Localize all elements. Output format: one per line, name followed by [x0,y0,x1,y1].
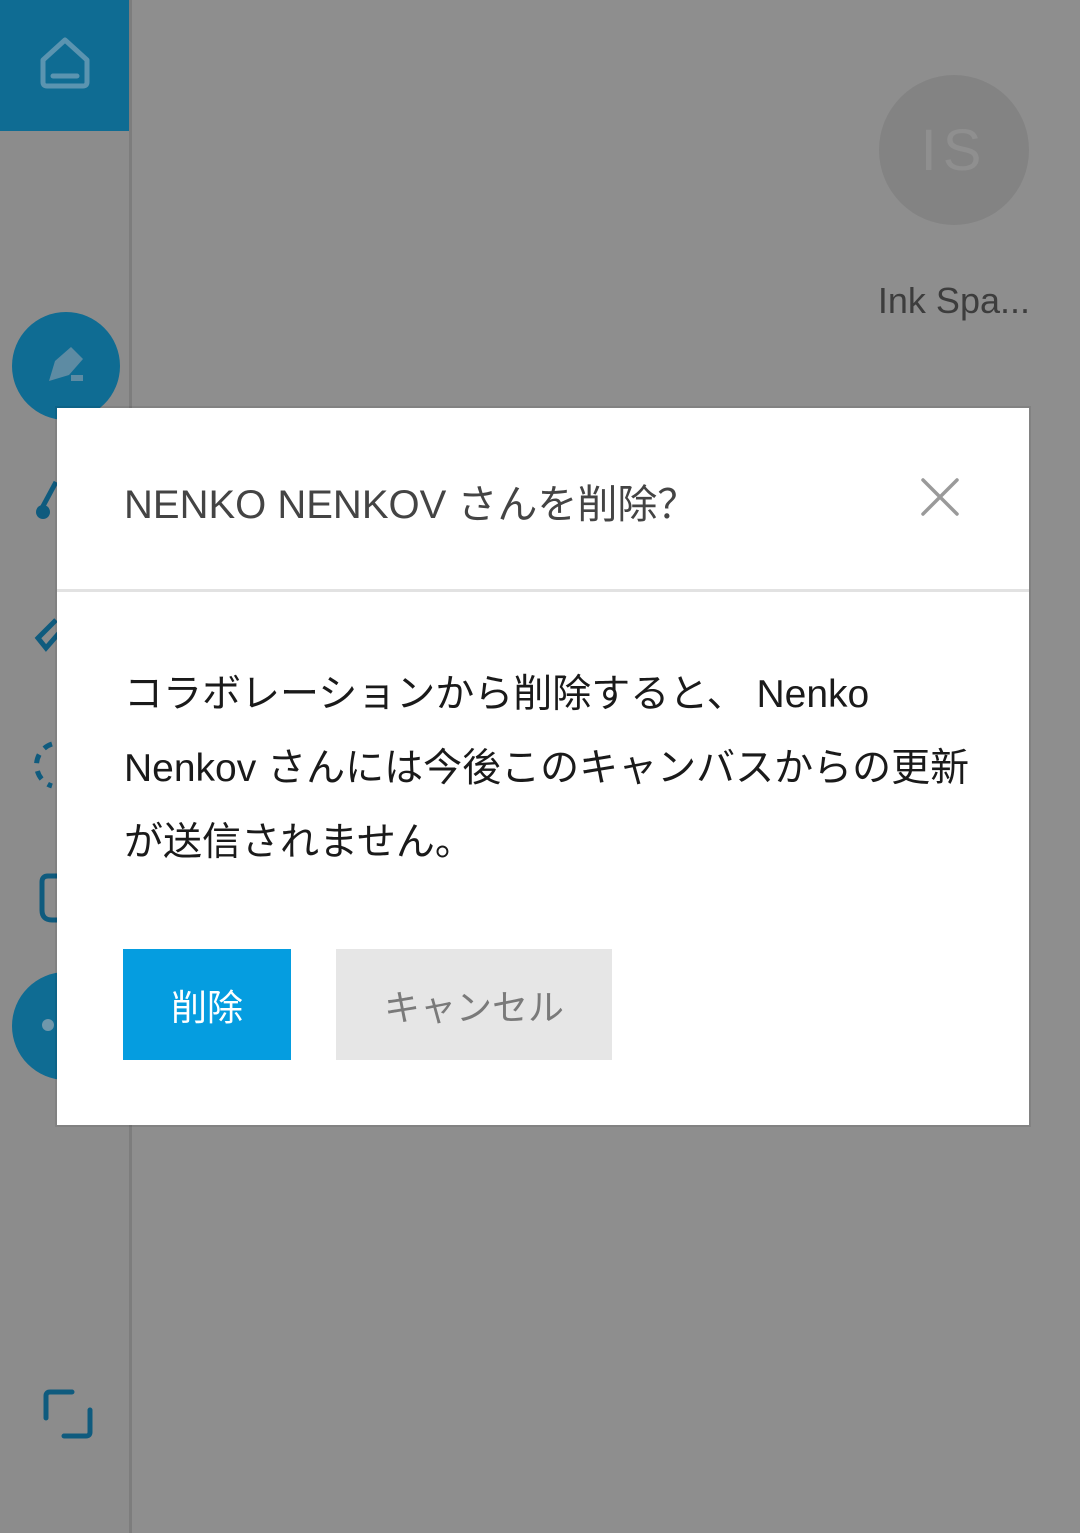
touch-icon[interactable] [30,870,60,928]
lasso-icon[interactable] [30,740,60,794]
pen-tool-button[interactable] [12,312,120,420]
avatar-initials: IS [920,117,988,183]
eraser-icon[interactable] [30,612,62,660]
home-button[interactable] [0,0,129,131]
cancel-button[interactable]: キャンセル [336,949,612,1060]
dialog-title: NENKO NENKOV さんを削除？ [124,483,698,527]
more-icon [41,1017,55,1036]
dialog-message: コラボレーションから削除すると、 Nenko Nenkov さんには今後このキャ… [124,673,970,864]
home-icon [39,36,91,96]
close-button[interactable] [915,474,965,524]
remove-collaborator-dialog: NENKO NENKOV さんを削除？ コラボレーションから削除すると、 Nen… [57,408,1029,1125]
expand-icon[interactable] [42,1388,94,1444]
avatar[interactable]: IS [879,75,1029,225]
pen-icon [41,339,91,393]
close-icon [920,477,960,521]
delete-button[interactable]: 削除 [123,949,291,1060]
brush-icon[interactable] [30,478,60,526]
avatar-name: Ink Spa... [877,280,1030,321]
dialog-header: NENKO NENKOV さんを削除？ [57,408,1029,592]
